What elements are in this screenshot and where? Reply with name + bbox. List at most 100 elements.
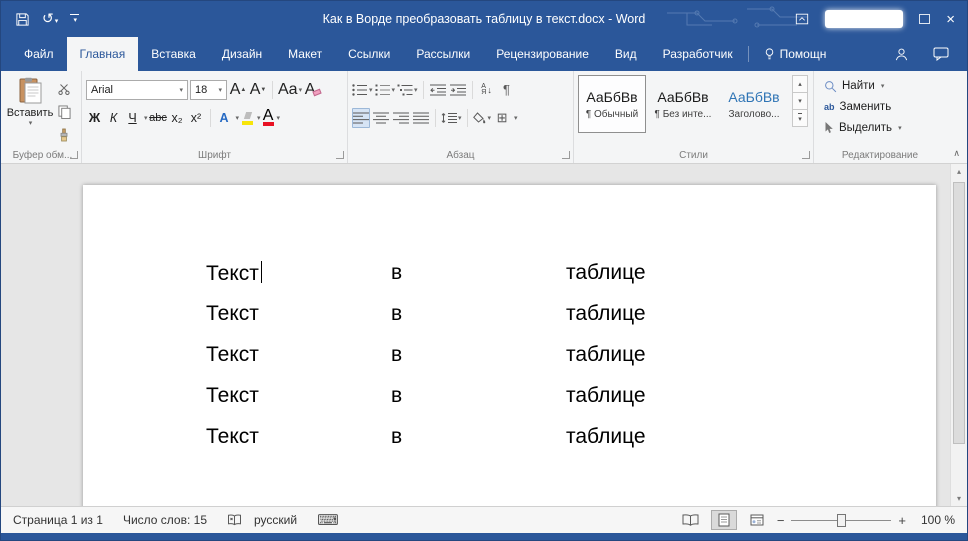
zoom-slider-thumb[interactable] (837, 514, 846, 527)
font-color-button[interactable]: А (263, 110, 274, 126)
keyboard-icon[interactable]: ⌨ (317, 511, 339, 529)
zoom-slider[interactable] (791, 512, 891, 528)
styles-scroll-down-button[interactable]: ▾ (792, 92, 808, 110)
tab-home[interactable]: Главная (67, 37, 139, 71)
tab-view[interactable]: Вид (602, 37, 650, 71)
numbering-button[interactable]: ▾ (375, 80, 396, 100)
change-case-button[interactable]: Aa▾ (278, 80, 302, 100)
highlight-color-button[interactable] (241, 111, 254, 125)
select-button[interactable]: Выделить ▾ (824, 119, 946, 137)
read-mode-button[interactable] (678, 510, 704, 530)
font-size-combo[interactable]: 18 ▾ (190, 80, 227, 100)
dialog-launcher-icon[interactable] (802, 151, 810, 159)
text-effects-button[interactable]: А (216, 108, 233, 128)
italic-button[interactable]: К (105, 108, 122, 128)
strikethrough-button[interactable]: abc (150, 108, 167, 128)
cell-text[interactable]: Текст (206, 302, 259, 326)
dialog-launcher-icon[interactable] (70, 151, 78, 159)
cell-text[interactable]: в (391, 302, 402, 326)
print-layout-button[interactable] (711, 510, 737, 530)
document-page[interactable]: Текст в таблице Текст в таблице Текст в … (83, 185, 936, 506)
clear-formatting-button[interactable]: А (304, 80, 322, 100)
language-indicator[interactable]: русский (254, 513, 297, 527)
cell-text[interactable]: Текст (206, 384, 259, 408)
styles-more-button[interactable]: ▾ (792, 109, 808, 127)
zoom-level[interactable]: 100 % (913, 513, 955, 527)
web-layout-button[interactable] (744, 510, 770, 530)
increase-indent-button[interactable] (449, 80, 467, 100)
grow-font-button[interactable]: А▲ (229, 80, 247, 100)
close-icon[interactable]: × (946, 12, 955, 27)
show-paragraph-marks-button[interactable]: ¶ (498, 80, 516, 100)
comment-icon[interactable] (933, 47, 949, 61)
styles-scroll-up-button[interactable]: ▴ (792, 75, 808, 93)
sign-in-person-icon[interactable] (894, 47, 909, 62)
format-painter-button[interactable] (55, 125, 73, 145)
cell-text[interactable]: таблице (566, 343, 646, 367)
save-icon[interactable] (15, 12, 30, 27)
chevron-down-icon[interactable]: ▾ (514, 114, 518, 122)
page-indicator[interactable]: Страница 1 из 1 (13, 513, 103, 527)
cell-text[interactable]: в (391, 384, 402, 408)
underline-button[interactable]: Ч (124, 108, 141, 128)
cell-text[interactable]: в (391, 425, 402, 449)
chevron-down-icon[interactable]: ▾ (144, 114, 148, 122)
tab-design[interactable]: Дизайн (209, 37, 275, 71)
tab-tell-me[interactable]: Помощн (751, 37, 840, 71)
zoom-out-icon[interactable]: − (777, 513, 785, 528)
find-button[interactable]: Найти ▾ (824, 77, 946, 95)
align-center-button[interactable] (372, 108, 390, 128)
cell-text[interactable]: Текст (206, 343, 259, 367)
align-left-button[interactable] (352, 108, 370, 128)
collapse-ribbon-icon[interactable]: ∧ (953, 148, 960, 159)
cell-text[interactable]: таблице (566, 261, 646, 285)
customize-quick-access-button[interactable]: ▾ (70, 14, 79, 24)
tab-file[interactable]: Файл (11, 37, 67, 71)
tab-layout[interactable]: Макет (275, 37, 335, 71)
proofing-icon[interactable] (227, 514, 242, 526)
line-spacing-button[interactable]: ▾ (441, 108, 462, 128)
maximize-icon[interactable] (919, 14, 930, 24)
superscript-button[interactable]: x² (188, 108, 205, 128)
zoom-in-icon[interactable]: + (898, 513, 906, 528)
decrease-indent-button[interactable] (429, 80, 447, 100)
chevron-down-icon[interactable]: ▾ (236, 114, 240, 122)
sort-button[interactable]: АЯ ↓ (478, 80, 496, 100)
shrink-font-button[interactable]: А▼ (249, 80, 267, 100)
copy-button[interactable] (55, 102, 73, 122)
paste-button[interactable]: Вставить ▾ (8, 75, 52, 145)
scroll-up-icon[interactable]: ▴ (951, 167, 967, 176)
cell-text[interactable]: таблице (566, 302, 646, 326)
cut-button[interactable] (55, 79, 73, 99)
cell-text[interactable]: таблице (566, 384, 646, 408)
vertical-scrollbar[interactable]: ▴ ▾ (950, 164, 967, 506)
undo-button[interactable]: ↺▾ (42, 10, 58, 28)
chevron-down-icon[interactable]: ▾ (277, 114, 281, 122)
tab-mailings[interactable]: Рассылки (403, 37, 483, 71)
style-heading1[interactable]: АаБбВв Заголово... (720, 75, 788, 133)
font-name-combo[interactable]: Arial ▾ (86, 80, 188, 100)
cell-text[interactable]: таблице (566, 425, 646, 449)
scroll-down-icon[interactable]: ▾ (951, 494, 967, 503)
justify-button[interactable] (412, 108, 430, 128)
replace-button[interactable]: ab Заменить (824, 98, 946, 116)
dialog-launcher-icon[interactable] (562, 151, 570, 159)
word-count[interactable]: Число слов: 15 (123, 513, 207, 527)
cell-text[interactable]: в (391, 261, 402, 285)
shading-button[interactable]: ▾ (473, 108, 492, 128)
align-right-button[interactable] (392, 108, 410, 128)
style-normal[interactable]: АаБбВв ¶ Обычный (578, 75, 646, 133)
tab-developer[interactable]: Разработчик (650, 37, 746, 71)
style-no-spacing[interactable]: АаБбВв ¶ Без инте... (649, 75, 717, 133)
cell-text[interactable]: в (391, 343, 402, 367)
tab-references[interactable]: Ссылки (335, 37, 403, 71)
dialog-launcher-icon[interactable] (336, 151, 344, 159)
tab-review[interactable]: Рецензирование (483, 37, 602, 71)
bullets-button[interactable]: ▾ (352, 80, 373, 100)
cell-text[interactable]: Текст (206, 425, 259, 449)
subscript-button[interactable]: x₂ (169, 108, 186, 128)
borders-button[interactable]: ⊞ (493, 108, 511, 128)
chevron-down-icon[interactable]: ▾ (257, 114, 261, 122)
multilevel-list-button[interactable]: ▾ (397, 80, 418, 100)
scrollbar-thumb[interactable] (953, 182, 965, 444)
